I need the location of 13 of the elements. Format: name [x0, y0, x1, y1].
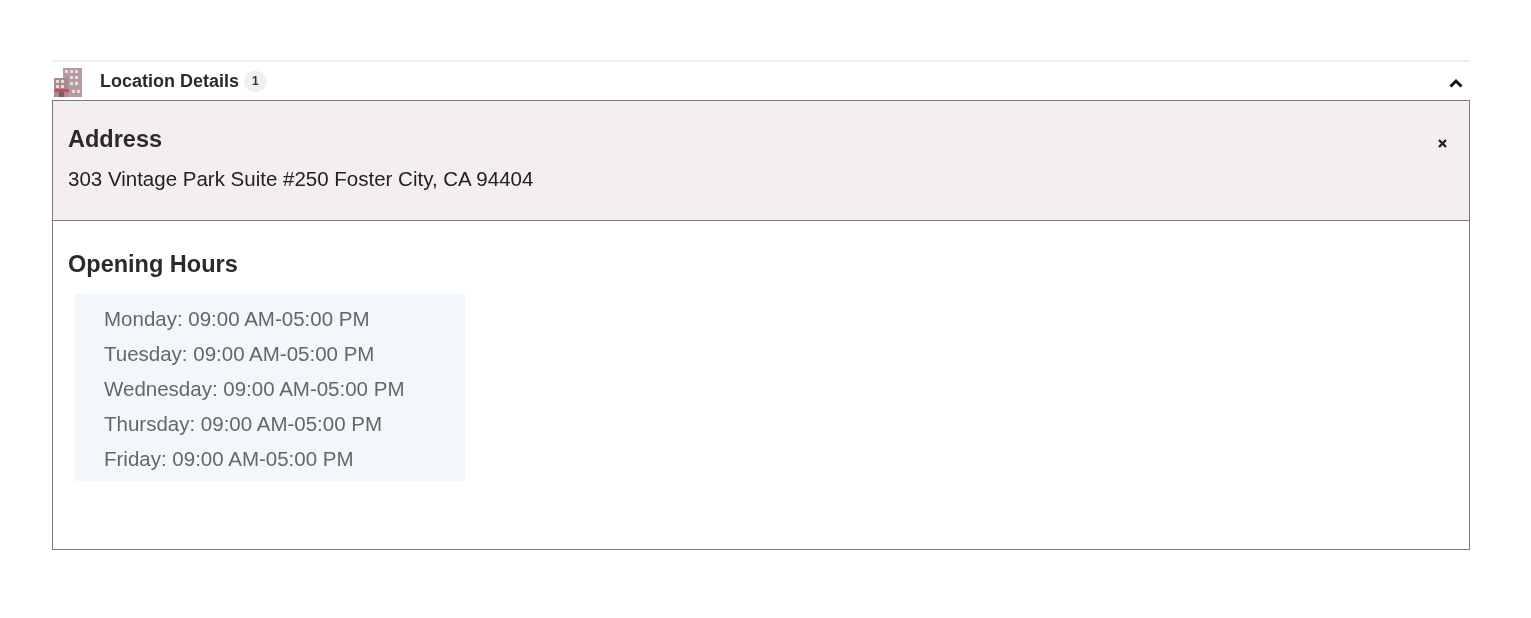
building-icon — [54, 67, 84, 97]
close-icon[interactable] — [1438, 138, 1447, 148]
hours-entry: Monday: 09:00 AM-05:00 PM — [104, 306, 370, 332]
hours-entry: Tuesday: 09:00 AM-05:00 PM — [104, 341, 375, 367]
opening-hours-heading: Opening Hours — [68, 250, 238, 278]
chevron-icon[interactable] — [1449, 78, 1463, 88]
count-badge: 1 — [244, 70, 267, 92]
hours-entry: Wednesday: 09:00 AM-05:00 PM — [104, 376, 405, 402]
hours-entry: Thursday: 09:00 AM-05:00 PM — [104, 411, 383, 437]
address-text: 303 Vintage Park Suite #250 Foster City, CA 94404 — [68, 167, 534, 191]
hours-entry: Friday: 09:00 AM-05:00 PM — [104, 446, 354, 472]
section-title: Location Details — [100, 70, 240, 92]
address-heading: Address — [68, 125, 163, 153]
